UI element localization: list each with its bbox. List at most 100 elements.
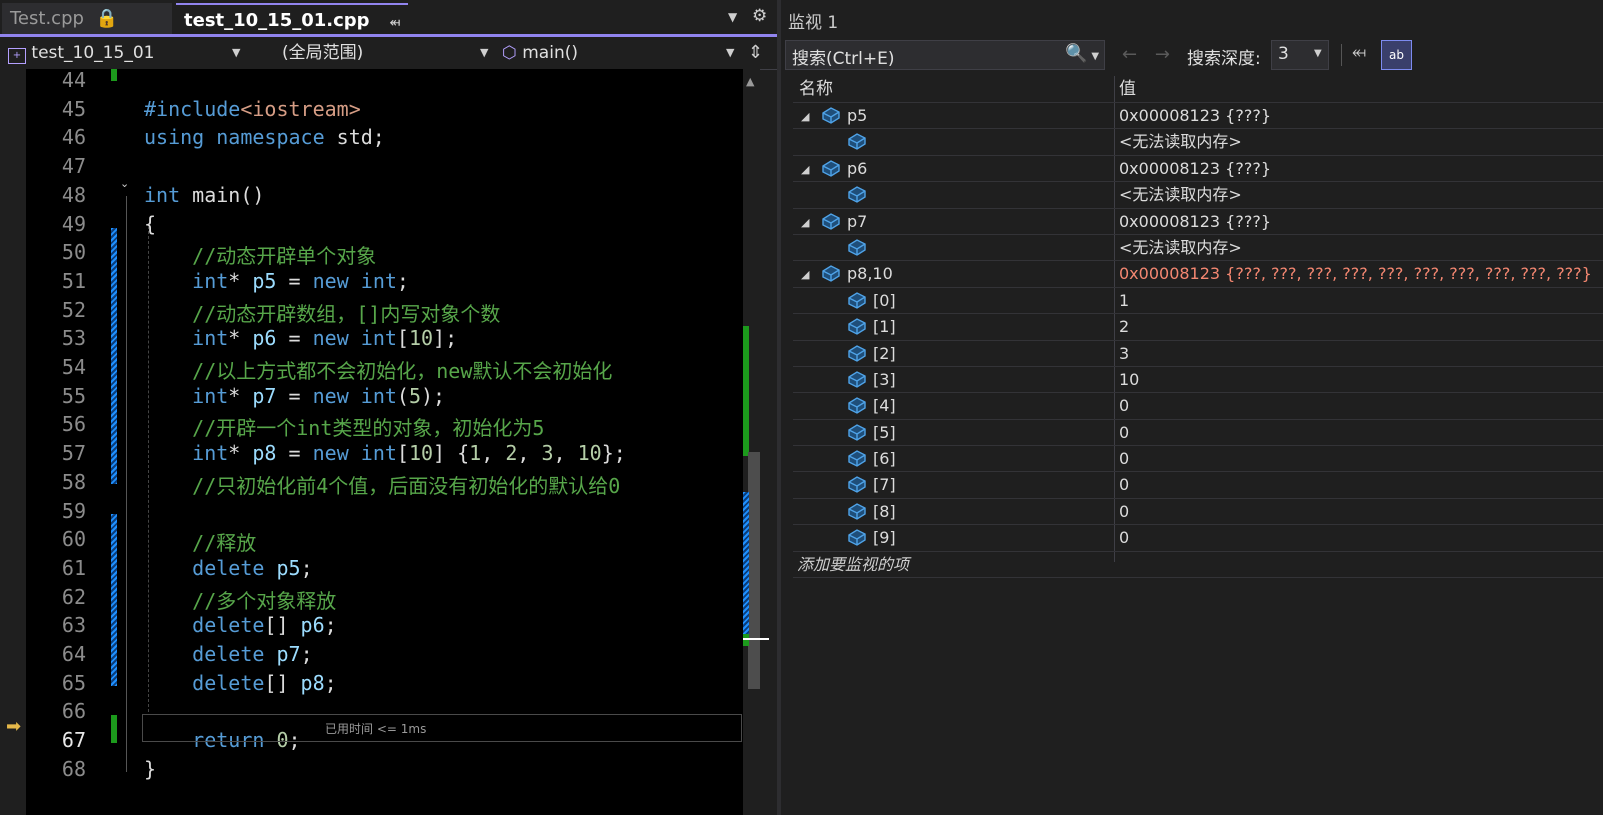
watch-row[interactable]: [7] 0 [793, 472, 1603, 499]
watch-row[interactable]: [6] 0 [793, 446, 1603, 473]
function-dropdown[interactable]: ⬡ main() ▼ [502, 40, 738, 66]
code-line[interactable]: using namespace std; [144, 125, 385, 149]
watch-value[interactable]: 0x00008123 {???} [1115, 103, 1603, 128]
glyph-margin[interactable] [0, 69, 26, 815]
watch-row[interactable]: [0] 1 [793, 288, 1603, 315]
change-marker [111, 514, 117, 686]
add-watch-placeholder[interactable]: 添加要监视的项 [793, 552, 1117, 577]
watch-row[interactable]: [2] 3 [793, 341, 1603, 367]
watch-row[interactable]: <无法读取内存> [793, 235, 1603, 262]
watch-value[interactable]: 0x00008123 {???} [1115, 209, 1603, 234]
watch-value[interactable]: <无法读取内存> [1115, 235, 1603, 260]
variable-icon [848, 476, 866, 494]
watch-search-input[interactable]: 搜索(Ctrl+E) [792, 44, 895, 69]
code-line[interactable]: //动态开辟单个对象 [144, 240, 376, 269]
code-line[interactable]: delete[] p8; [144, 671, 337, 695]
watch-value[interactable]: 3 [1115, 341, 1603, 366]
gear-icon[interactable]: ⚙ [752, 6, 767, 26]
indent-guide [148, 226, 149, 712]
hex-display-button[interactable]: ab [1381, 40, 1412, 70]
expand-icon[interactable]: ◢ [801, 262, 809, 287]
watch-row[interactable]: ◢ p7 0x00008123 {???} [793, 209, 1603, 235]
watch-name-cell: ◢ p5 [793, 103, 1113, 128]
watch-value[interactable]: <无法读取内存> [1115, 182, 1603, 207]
scroll-thumb[interactable] [748, 452, 760, 689]
vertical-scrollbar[interactable]: ▲ [743, 69, 769, 815]
code-line[interactable]: delete p7; [144, 642, 312, 666]
code-line[interactable]: //开辟一个int类型的对象，初始化为5 [144, 412, 544, 441]
watch-value[interactable]: 0 [1115, 525, 1603, 550]
code-line[interactable]: int main() [144, 183, 264, 207]
code-line[interactable]: int* p7 = new int(5); [144, 384, 445, 408]
watch-value[interactable]: 10 [1115, 367, 1603, 392]
hex-display-label: ab [1389, 48, 1404, 62]
collapse-icon[interactable]: ⌄ [120, 177, 129, 190]
watch-value[interactable]: 0 [1115, 393, 1603, 418]
pin-icon[interactable]: ⬶ [390, 15, 400, 30]
scope-dropdown[interactable]: (全局范围) ▼ [256, 40, 492, 66]
watch-name-cell: [4] [793, 393, 1113, 418]
search-icon[interactable]: 🔍 ▼ [1065, 43, 1099, 64]
add-watch-row[interactable]: 添加要监视的项 [793, 552, 1603, 579]
expand-icon[interactable]: ◢ [801, 104, 809, 129]
code-line[interactable]: delete p5; [144, 556, 312, 580]
watch-row[interactable]: ◢ p8,10 0x00008123 {???, ???, ???, ???, ??… [793, 261, 1603, 288]
code-line[interactable]: #include<iostream> [144, 97, 361, 121]
code-line[interactable]: //只初始化前4个值，后面没有初始化的默认给0 [144, 470, 620, 499]
pin-icon[interactable]: ⬶ [1352, 42, 1366, 63]
scroll-up-icon[interactable]: ▲ [746, 75, 754, 88]
watch-value[interactable]: <无法读取内存> [1115, 129, 1603, 154]
tab-label: Test.cpp [10, 8, 84, 29]
lock-icon: 🔒 [95, 8, 119, 29]
watch-value[interactable]: 0 [1115, 472, 1603, 497]
tab-test-10-15-01[interactable]: test_10_15_01.cpp ⬶ ✕ [176, 3, 408, 64]
code-line[interactable]: int* p8 = new int[10] {1, 2, 3, 10}; [144, 441, 626, 465]
project-dropdown[interactable]: + test_10_15_01 ▼ [8, 40, 246, 66]
watch-value[interactable]: 1 [1115, 288, 1603, 313]
watch-value[interactable]: 0x00008123 {???} [1115, 156, 1603, 181]
watch-row[interactable]: [3] 10 [793, 367, 1603, 394]
tab-list-dropdown-icon[interactable]: ▼ [728, 10, 737, 24]
watch-row[interactable]: ◢ p5 0x00008123 {???} [793, 103, 1603, 130]
watch-row[interactable]: [5] 0 [793, 420, 1603, 447]
watch-value[interactable]: 0 [1115, 499, 1603, 524]
navigation-bar: + test_10_15_01 ▼ (全局范围) ▼ ⬡ main() ▼ ⇕ [0, 37, 781, 70]
code-line[interactable]: { [144, 212, 156, 236]
variable-icon [848, 450, 866, 467]
watch-row[interactable]: <无法读取内存> [793, 129, 1603, 156]
code-line[interactable]: int* p6 = new int[10]; [144, 326, 457, 350]
code-line[interactable]: int* p5 = new int; [144, 269, 409, 293]
search-next-icon[interactable]: → [1155, 44, 1170, 65]
tab-test-cpp[interactable]: Test.cpp 🔒 [2, 3, 172, 34]
scroll-change-blue [743, 492, 749, 642]
code-line[interactable]: //以上方式都不会初始化，new默认不会初始化 [144, 355, 612, 384]
execution-pointer-icon: ➡ [6, 716, 22, 737]
toolbar-separator [1341, 44, 1342, 66]
line-number: 55 [61, 383, 86, 408]
expand-icon[interactable]: ◢ [801, 157, 809, 182]
watch-row[interactable]: [9] 0 [793, 525, 1603, 552]
watch-value[interactable]: 0 [1115, 420, 1603, 445]
watch-value[interactable]: 0 [1115, 446, 1603, 471]
scroll-change-green [743, 326, 749, 456]
watch-row[interactable]: <无法读取内存> [793, 182, 1603, 209]
watch-row[interactable]: [8] 0 [793, 499, 1603, 526]
code-line[interactable]: //释放 [144, 527, 256, 556]
variable-icon [848, 529, 866, 547]
column-header-name[interactable]: 名称 [793, 76, 1119, 102]
column-header-value[interactable]: 值 [1115, 76, 1603, 102]
watch-row[interactable]: ◢ p6 0x00008123 {???} [793, 156, 1603, 183]
code-line[interactable]: //动态开辟数组，[]内写对象个数 [144, 298, 500, 327]
split-editor-icon[interactable]: ⇕ [748, 42, 763, 63]
watch-value[interactable]: 0x00008123 {???, ???, ???, ???, ???, ???… [1115, 261, 1603, 286]
expand-icon[interactable]: ◢ [801, 210, 809, 235]
code-line[interactable]: } [144, 757, 156, 781]
code-line[interactable]: delete[] p6; [144, 613, 337, 637]
watch-row[interactable]: [1] 2 [793, 314, 1603, 341]
code-line[interactable]: //多个对象释放 [144, 585, 336, 614]
watch-row[interactable]: [4] 0 [793, 393, 1603, 420]
search-previous-icon[interactable]: ← [1122, 44, 1137, 65]
watch-name-cell: [1] [793, 314, 1113, 339]
line-number: 44 [61, 68, 86, 92]
watch-value[interactable]: 2 [1115, 314, 1603, 339]
